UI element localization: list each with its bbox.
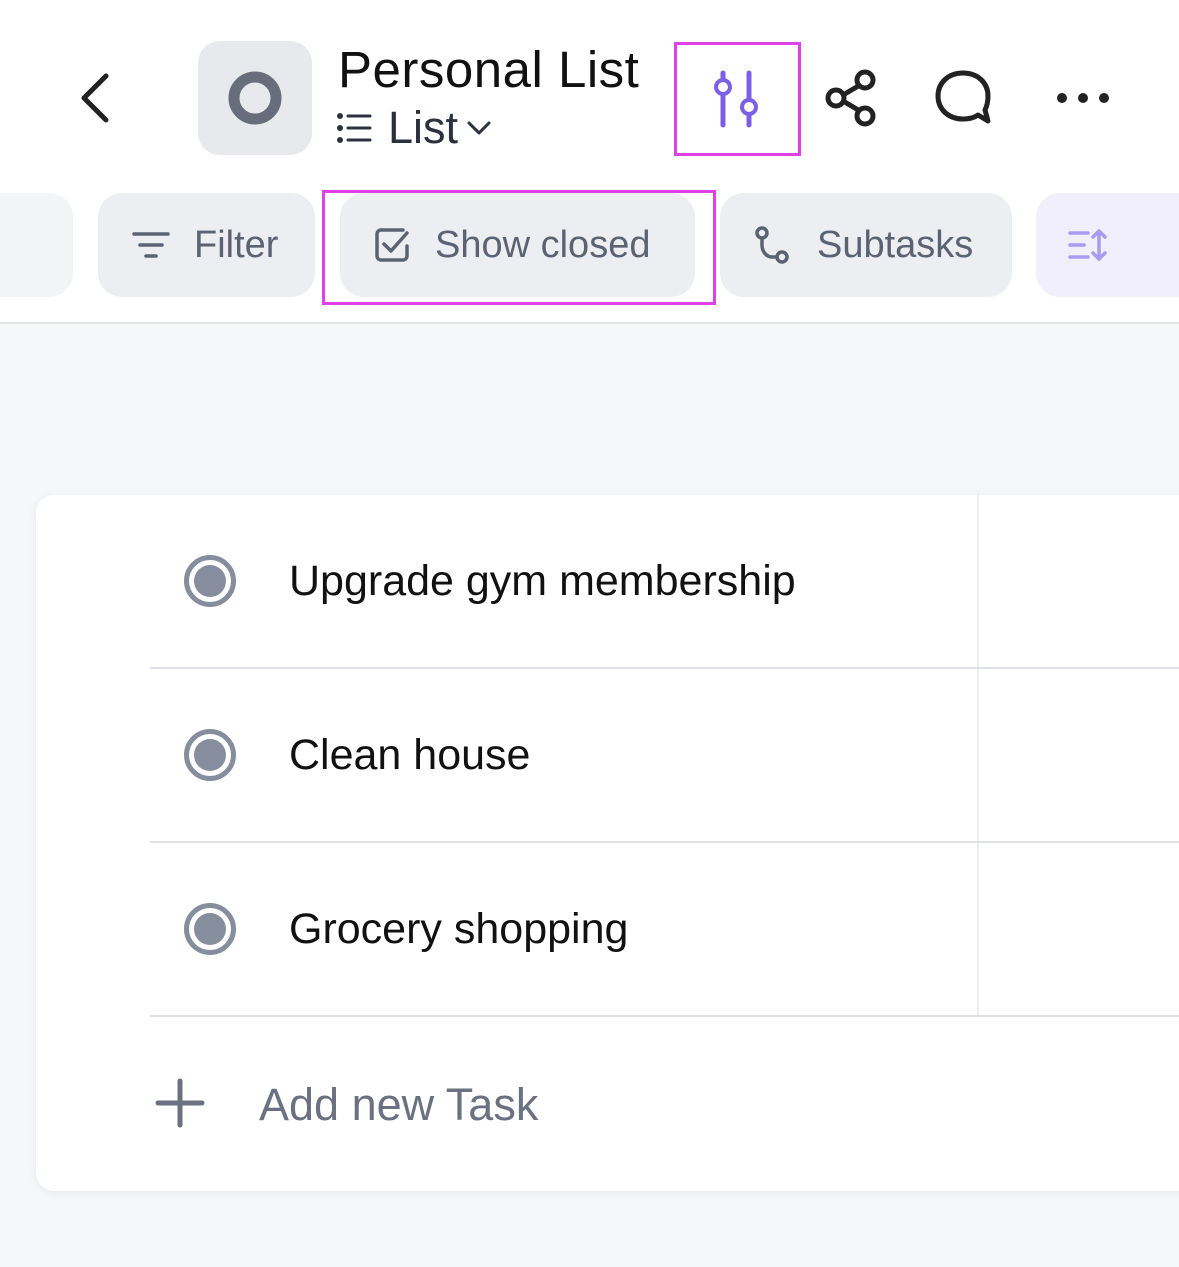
comment-icon — [935, 70, 991, 124]
share-icon — [825, 69, 876, 127]
chevron-down-icon — [467, 121, 491, 135]
task-name: Clean house — [289, 731, 531, 779]
list-avatar[interactable] — [198, 41, 312, 155]
task-status-icon[interactable] — [184, 729, 236, 781]
add-task-label: Add new Task — [259, 1079, 539, 1130]
header: Personal List List Filter Show closed Su… — [0, 0, 1179, 324]
task-list-card: Upgrade gym membership Clean house Groce… — [36, 495, 1179, 1191]
sort-icon — [1068, 228, 1108, 262]
more-horizontal-icon — [1057, 93, 1109, 103]
task-row[interactable]: Clean house — [150, 669, 1179, 843]
list-view-icon — [337, 113, 372, 143]
sort-button[interactable] — [1036, 193, 1179, 297]
list-circle-icon — [228, 71, 282, 125]
show-closed-button[interactable]: Show closed — [340, 193, 695, 297]
subtasks-button[interactable]: Subtasks — [720, 193, 1012, 297]
back-button[interactable] — [62, 62, 126, 134]
filter-icon — [132, 230, 170, 260]
plus-icon — [155, 1078, 205, 1128]
show-closed-label: Show closed — [435, 223, 651, 266]
filter-label: Filter — [194, 223, 279, 266]
settings-sliders-icon — [714, 70, 758, 128]
customize-button[interactable] — [676, 44, 798, 154]
add-task-button[interactable]: Add new Task — [150, 1065, 850, 1145]
subtasks-icon — [753, 225, 791, 265]
task-row[interactable]: Upgrade gym membership — [150, 495, 1179, 669]
comments-button[interactable] — [924, 60, 1002, 136]
page-title: Personal List — [338, 41, 640, 98]
task-name: Grocery shopping — [289, 905, 629, 953]
share-button[interactable] — [815, 60, 887, 136]
checkbox-icon — [373, 226, 411, 264]
more-options-button[interactable] — [1046, 72, 1120, 124]
task-name: Upgrade gym membership — [289, 557, 796, 605]
toolbar-pill-partial-left[interactable] — [0, 193, 73, 297]
filter-button[interactable]: Filter — [98, 193, 315, 297]
task-row[interactable]: Grocery shopping — [150, 843, 1179, 1017]
task-status-icon[interactable] — [184, 555, 236, 607]
view-label: List — [388, 102, 459, 153]
subtasks-label: Subtasks — [817, 223, 974, 266]
task-status-icon[interactable] — [184, 903, 236, 955]
view-switcher[interactable]: List — [336, 100, 492, 156]
chevron-left-icon — [81, 73, 109, 123]
